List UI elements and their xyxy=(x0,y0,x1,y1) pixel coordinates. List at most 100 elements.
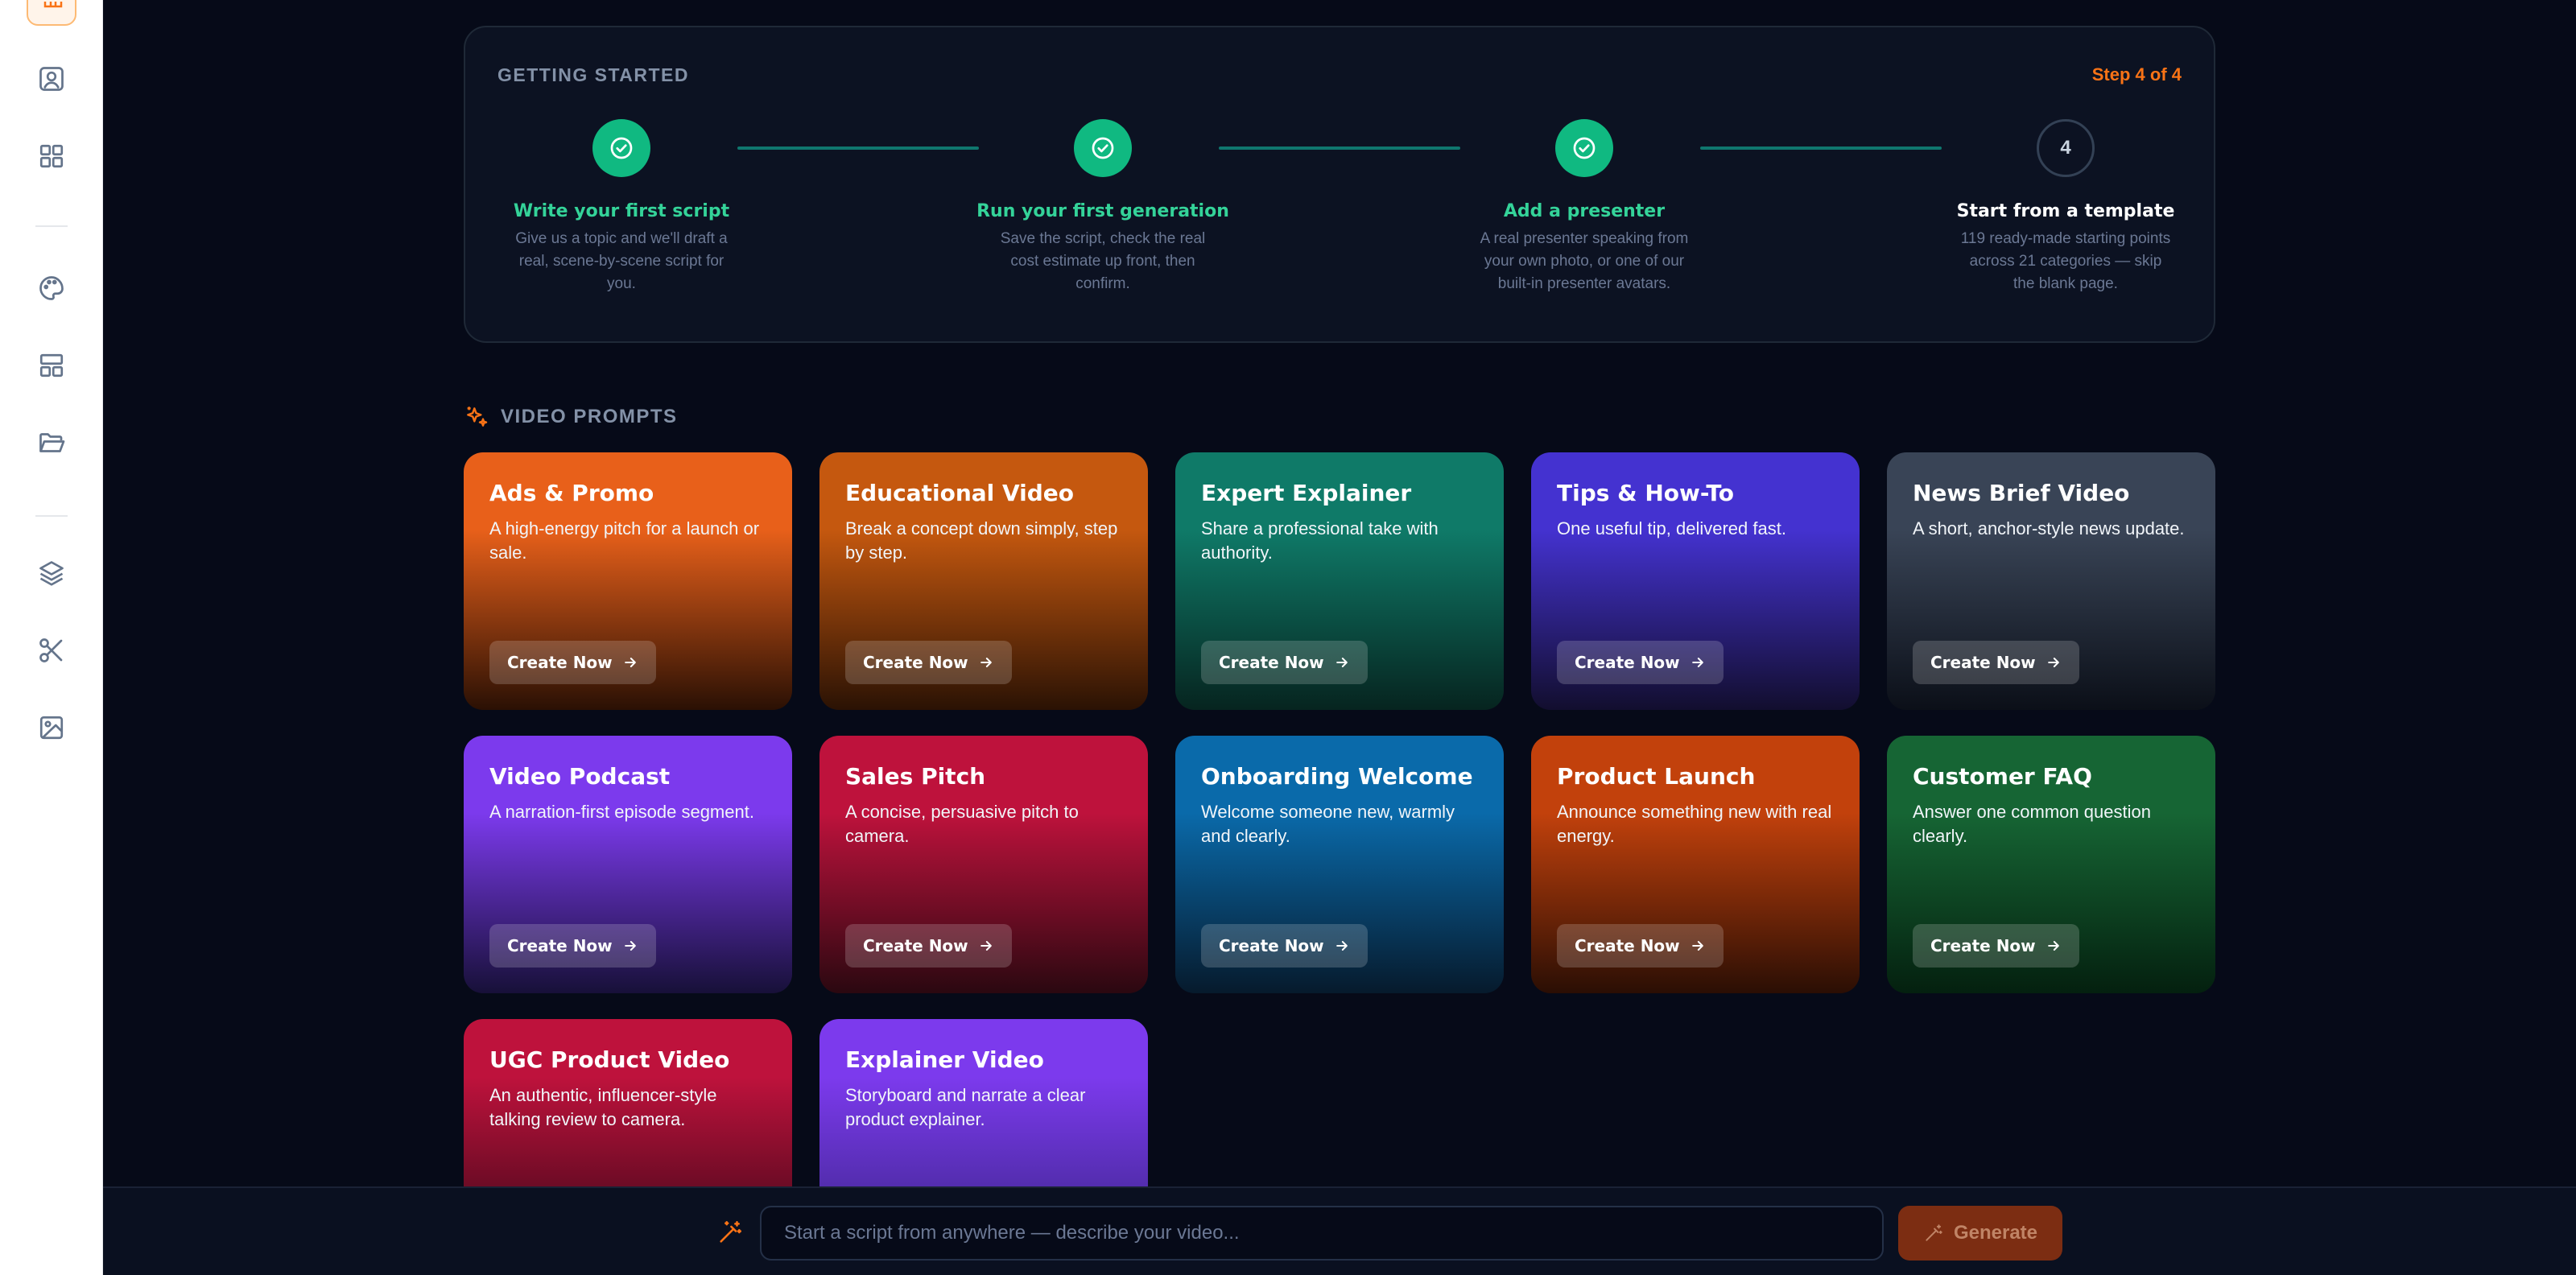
card-description: A short, anchor-style news update. xyxy=(1913,518,2185,538)
sidebar-item-media[interactable] xyxy=(32,708,71,747)
arrow-right-icon xyxy=(624,941,636,951)
sidebar-item-presenters[interactable] xyxy=(32,60,71,98)
generate-button[interactable]: Generate xyxy=(1898,1206,2062,1261)
step-connector xyxy=(1700,146,1942,150)
video-prompts-header: VIDEO PROMPTS xyxy=(464,404,678,430)
video-prompt-card[interactable]: Educational Video Break a concept down si… xyxy=(819,452,1148,710)
sidebar-divider xyxy=(35,225,68,227)
card-title: Ads & Promo xyxy=(489,480,654,506)
video-prompt-card[interactable]: Onboarding Welcome Welcome someone new, w… xyxy=(1175,736,1504,993)
card-title: Product Launch xyxy=(1557,763,1756,790)
getting-started-card: GETTING STARTED Step 4 of 4 Write your f… xyxy=(464,26,2215,343)
check-circle-icon xyxy=(592,119,650,177)
video-prompt-card[interactable]: Expert Explainer Share a professional tak… xyxy=(1175,452,1504,710)
create-now-button[interactable]: Create Now xyxy=(1557,641,1724,684)
step-label: Write your first script xyxy=(513,201,730,221)
card-description: One useful tip, delivered fast. xyxy=(1557,518,1786,538)
create-now-label: Create Now xyxy=(1930,653,2036,672)
arrow-right-icon xyxy=(624,658,636,667)
step-label: Run your first generation xyxy=(976,201,1229,221)
step-start-template[interactable]: 4 Start from a template 119 ready-made s… xyxy=(1937,119,2194,295)
prompt-bar: Generate xyxy=(103,1186,2576,1275)
user-square-icon xyxy=(39,67,64,91)
card-description: Announce something new with real energy. xyxy=(1557,802,1832,846)
grid-icon xyxy=(43,2,63,8)
magic-wand-icon xyxy=(1926,1224,1942,1241)
step-label: Add a presenter xyxy=(1503,201,1666,221)
step-description: A real presenter speaking from your own … xyxy=(1480,230,1689,292)
step-write-script[interactable]: Write your first script Give us a topic … xyxy=(493,119,750,295)
card-description: Answer one common question clearly. xyxy=(1913,802,2151,846)
step-connector xyxy=(737,146,979,150)
video-prompt-card[interactable]: Video Podcast A narration-first episode s… xyxy=(464,736,792,993)
step-connector xyxy=(1219,146,1460,150)
video-prompt-card[interactable]: UGC Product Video An authentic, influence… xyxy=(464,1019,792,1212)
step-description: 119 ready-made starting points across 21… xyxy=(1960,230,2171,292)
image-icon xyxy=(39,716,64,740)
step-indicator: Step 4 of 4 xyxy=(2091,64,2182,85)
card-title: Onboarding Welcome xyxy=(1201,763,1473,790)
video-prompt-card[interactable]: Tips & How-To One useful tip, delivered f… xyxy=(1531,452,1860,710)
create-now-button[interactable]: Create Now xyxy=(1201,641,1368,684)
video-prompts-title: VIDEO PROMPTS xyxy=(501,406,678,427)
create-now-button[interactable]: Create Now xyxy=(1201,924,1368,968)
video-prompt-card[interactable]: News Brief Video A short, anchor-style ne… xyxy=(1887,452,2215,710)
create-now-button[interactable]: Create Now xyxy=(489,641,656,684)
card-description: An authentic, influencer-style talking r… xyxy=(489,1085,717,1129)
folder-open-icon xyxy=(39,433,65,452)
scissors-icon xyxy=(39,638,63,662)
create-now-button[interactable]: Create Now xyxy=(489,924,656,968)
create-now-button[interactable]: Create Now xyxy=(1557,924,1724,968)
video-prompt-card[interactable]: Ads & Promo A high-energy pitch for a lau… xyxy=(464,452,792,710)
video-prompt-card[interactable]: Explainer Video Storyboard and narrate a … xyxy=(819,1019,1148,1212)
create-now-label: Create Now xyxy=(1930,936,2036,955)
apps-icon xyxy=(39,144,64,168)
create-now-label: Create Now xyxy=(507,653,613,672)
create-now-label: Create Now xyxy=(1575,936,1680,955)
arrow-right-icon xyxy=(1335,658,1348,667)
arrow-right-icon xyxy=(2047,941,2059,951)
card-title: Sales Pitch xyxy=(845,763,986,790)
step-run-generation[interactable]: Run your first generation Save the scrip… xyxy=(974,119,1232,295)
getting-started-title: GETTING STARTED xyxy=(497,64,690,85)
sidebar-item-apps[interactable] xyxy=(32,137,71,175)
palette-icon xyxy=(39,276,64,300)
arrow-right-icon xyxy=(1691,658,1703,667)
step-label: Start from a template xyxy=(1956,201,2175,221)
create-now-button[interactable]: Create Now xyxy=(845,641,1012,684)
create-now-button[interactable]: Create Now xyxy=(1913,641,2079,684)
magic-wand-icon xyxy=(720,1220,742,1243)
video-prompt-card[interactable]: Product Launch Announce something new wit… xyxy=(1531,736,1860,993)
card-title: Video Podcast xyxy=(489,763,671,790)
sidebar-item-home[interactable] xyxy=(27,0,76,26)
sparkles-icon xyxy=(467,406,488,427)
card-title: News Brief Video xyxy=(1913,480,2130,506)
create-now-label: Create Now xyxy=(1219,936,1324,955)
card-description: Welcome someone new, warmly and clearly. xyxy=(1201,802,1455,846)
script-prompt-input[interactable] xyxy=(760,1206,1884,1261)
step-add-presenter[interactable]: Add a presenter A real presenter speakin… xyxy=(1455,119,1713,295)
generate-label: Generate xyxy=(1953,1222,2038,1244)
sidebar-item-layers[interactable] xyxy=(32,554,71,592)
sidebar-item-templates[interactable] xyxy=(32,346,71,385)
arrow-right-icon xyxy=(980,941,992,951)
card-description: A high-energy pitch for a launch or sale… xyxy=(489,518,760,563)
create-now-button[interactable]: Create Now xyxy=(845,924,1012,968)
arrow-right-icon xyxy=(1335,941,1348,951)
video-prompt-card[interactable]: Sales Pitch A concise, persuasive pitch t… xyxy=(819,736,1148,993)
card-title: UGC Product Video xyxy=(489,1046,730,1073)
check-circle-icon xyxy=(1555,119,1613,177)
sidebar xyxy=(0,0,103,1275)
sidebar-item-brand[interactable] xyxy=(32,269,71,307)
video-prompt-card[interactable]: Customer FAQ Answer one common question c… xyxy=(1887,736,2215,993)
sidebar-item-editor[interactable] xyxy=(32,631,71,670)
arrow-right-icon xyxy=(980,658,992,667)
card-description: A narration-first episode segment. xyxy=(489,802,754,822)
layers-icon xyxy=(39,561,64,586)
sidebar-item-projects[interactable] xyxy=(32,423,71,462)
main-content: GETTING STARTED Step 4 of 4 Write your f… xyxy=(103,0,2576,1275)
create-now-button[interactable]: Create Now xyxy=(1913,924,2079,968)
card-title: Explainer Video xyxy=(845,1046,1044,1073)
card-description: Storyboard and narrate a clear product e… xyxy=(845,1085,1086,1129)
create-now-label: Create Now xyxy=(507,936,613,955)
